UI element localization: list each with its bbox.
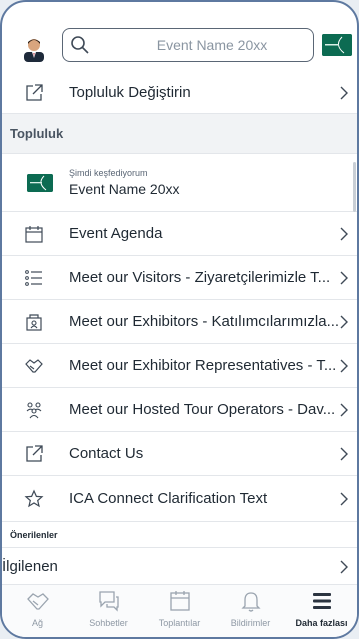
community-subtitle: Şimdi keşfediyorum <box>69 168 148 178</box>
section-title: Topluluk <box>10 126 64 141</box>
app-frame: Topluluk Değiştirin Topluluk Şimdi keşfe… <box>0 0 359 639</box>
chevron-right-icon <box>340 315 348 329</box>
calendar-icon <box>169 591 190 611</box>
menu-item-meet-visitors[interactable]: Meet our Visitors - Ziyaretçilerimizle T… <box>2 256 357 300</box>
section-header-community: Topluluk <box>2 114 357 154</box>
bottom-tab-bar: Ağ Sohbetler Toplantılar Bildirimler Dah… <box>2 584 357 637</box>
chevron-right-icon <box>340 492 348 506</box>
tab-label: Daha fazlası <box>295 618 348 628</box>
menu-item-meet-representatives[interactable]: Meet our Exhibitor Representatives - T..… <box>2 344 357 388</box>
community-logo <box>27 174 53 192</box>
search-icon <box>71 36 89 54</box>
chat-icon <box>98 591 119 612</box>
menu-item-label: ICA Connect Clarification Text <box>69 490 268 507</box>
tab-label: Toplantılar <box>158 618 201 628</box>
chevron-right-icon <box>340 271 348 285</box>
scrollbar[interactable] <box>353 162 356 212</box>
chevron-right-icon <box>340 359 348 373</box>
bell-icon <box>240 592 261 612</box>
recommended-title: Önerilenler <box>10 530 58 540</box>
calendar-icon <box>25 226 43 243</box>
tab-chats[interactable]: Sohbetler <box>73 585 144 637</box>
current-community-row[interactable]: Şimdi keşfediyorum Event Name 20xx <box>2 154 357 212</box>
group-icon <box>26 402 42 419</box>
handshake-icon <box>26 593 49 610</box>
menu-item-clarification-text[interactable]: ICA Connect Clarification Text <box>2 476 357 522</box>
chevron-right-icon <box>340 447 348 461</box>
menu-item-label: Event Agenda <box>69 225 163 242</box>
chevron-right-icon <box>340 403 348 417</box>
switch-community-label: Topluluk Değiştirin <box>69 84 191 101</box>
tab-label: Sohbetler <box>89 618 128 628</box>
recommended-item[interactable]: İlgilenen <box>2 547 357 583</box>
chevron-right-icon <box>340 86 348 100</box>
star-icon <box>24 489 44 508</box>
tab-label: Bildirimler <box>230 618 271 628</box>
search-input[interactable] <box>63 29 313 61</box>
community-title: Event Name 20xx <box>69 181 180 197</box>
switch-community-row[interactable]: Topluluk Değiştirin <box>2 72 357 114</box>
avatar[interactable] <box>20 34 48 62</box>
menu-item-contact-us[interactable]: Contact Us <box>2 432 357 476</box>
tab-notifications[interactable]: Bildirimler <box>215 585 286 637</box>
event-logo[interactable] <box>322 34 352 56</box>
chevron-right-icon <box>340 560 348 574</box>
list-icon <box>25 270 42 286</box>
recommended-item-label: İlgilenen <box>2 558 58 575</box>
external-link-icon <box>26 84 43 101</box>
menu-item-label: Meet our Hosted Tour Operators - Dav... <box>69 401 336 418</box>
search-bar[interactable] <box>62 28 314 62</box>
tab-meetings[interactable]: Toplantılar <box>144 585 215 637</box>
handshake-icon <box>25 359 43 373</box>
external-link-icon <box>26 445 43 462</box>
menu-item-label: Meet our Visitors - Ziyaretçilerimizle T… <box>69 269 331 286</box>
chevron-right-icon <box>340 227 348 241</box>
menu-item-meet-tour-operators[interactable]: Meet our Hosted Tour Operators - Dav... <box>2 388 357 432</box>
booth-icon <box>26 314 42 331</box>
top-bar <box>2 2 357 72</box>
menu-item-meet-exhibitors[interactable]: Meet our Exhibitors - Katılımcılarımızla… <box>2 300 357 344</box>
menu-item-event-agenda[interactable]: Event Agenda <box>2 212 357 256</box>
menu-item-label: Contact Us <box>69 445 144 462</box>
menu-icon <box>312 593 331 609</box>
tab-network[interactable]: Ağ <box>2 585 73 637</box>
tab-label: Ağ <box>31 618 43 628</box>
tab-more[interactable]: Daha fazlası <box>286 585 357 637</box>
menu-item-label: Meet our Exhibitors - Katılımcılarımızla… <box>69 313 340 330</box>
menu-item-label: Meet our Exhibitor Representatives - T..… <box>69 357 337 374</box>
